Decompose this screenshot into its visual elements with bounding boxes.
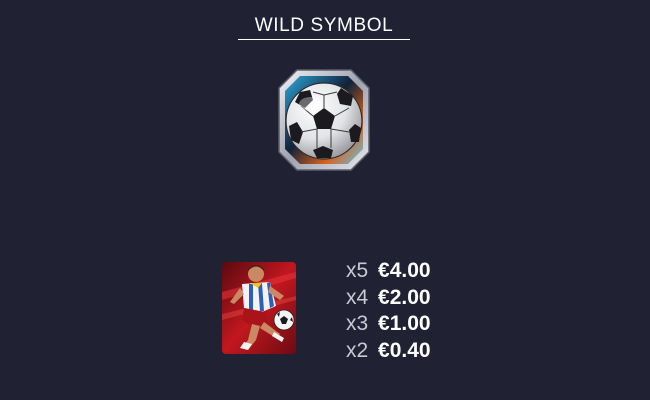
title-underline [238, 39, 410, 40]
paytable-row: x2 €0.40 [346, 338, 546, 365]
pay-multiplier: x5 [346, 259, 369, 282]
pay-amount: €2.00 [378, 285, 431, 309]
pay-amount: €4.00 [378, 259, 431, 282]
paytable-row: x5 €4.00 [346, 258, 546, 285]
pay-amount: €0.40 [378, 338, 431, 362]
title-block: WILD SYMBOL [238, 14, 410, 40]
pay-multiplier: x4 [346, 285, 369, 309]
player-symbol-tile [222, 262, 296, 354]
pay-multiplier: x2 [346, 338, 369, 362]
pay-amount: €1.00 [378, 312, 431, 335]
paytable-row: x3 €1.00 [346, 311, 546, 338]
pay-multiplier: x3 [346, 312, 369, 335]
paytable: x5 €4.00 x4 €2.00 x3 €1.00 x2 €0.40 [346, 258, 546, 364]
paytable-row: x4 €2.00 [346, 285, 546, 312]
wild-symbol-tile [277, 68, 371, 172]
paytable-screen: WILD SYMBOL x5 €4.00 x4 €2.00 x3 €1.00 x… [0, 0, 650, 400]
page-title: WILD SYMBOL [254, 15, 394, 36]
soccer-player-icon [222, 262, 296, 354]
soccer-ball-icon [278, 69, 370, 171]
